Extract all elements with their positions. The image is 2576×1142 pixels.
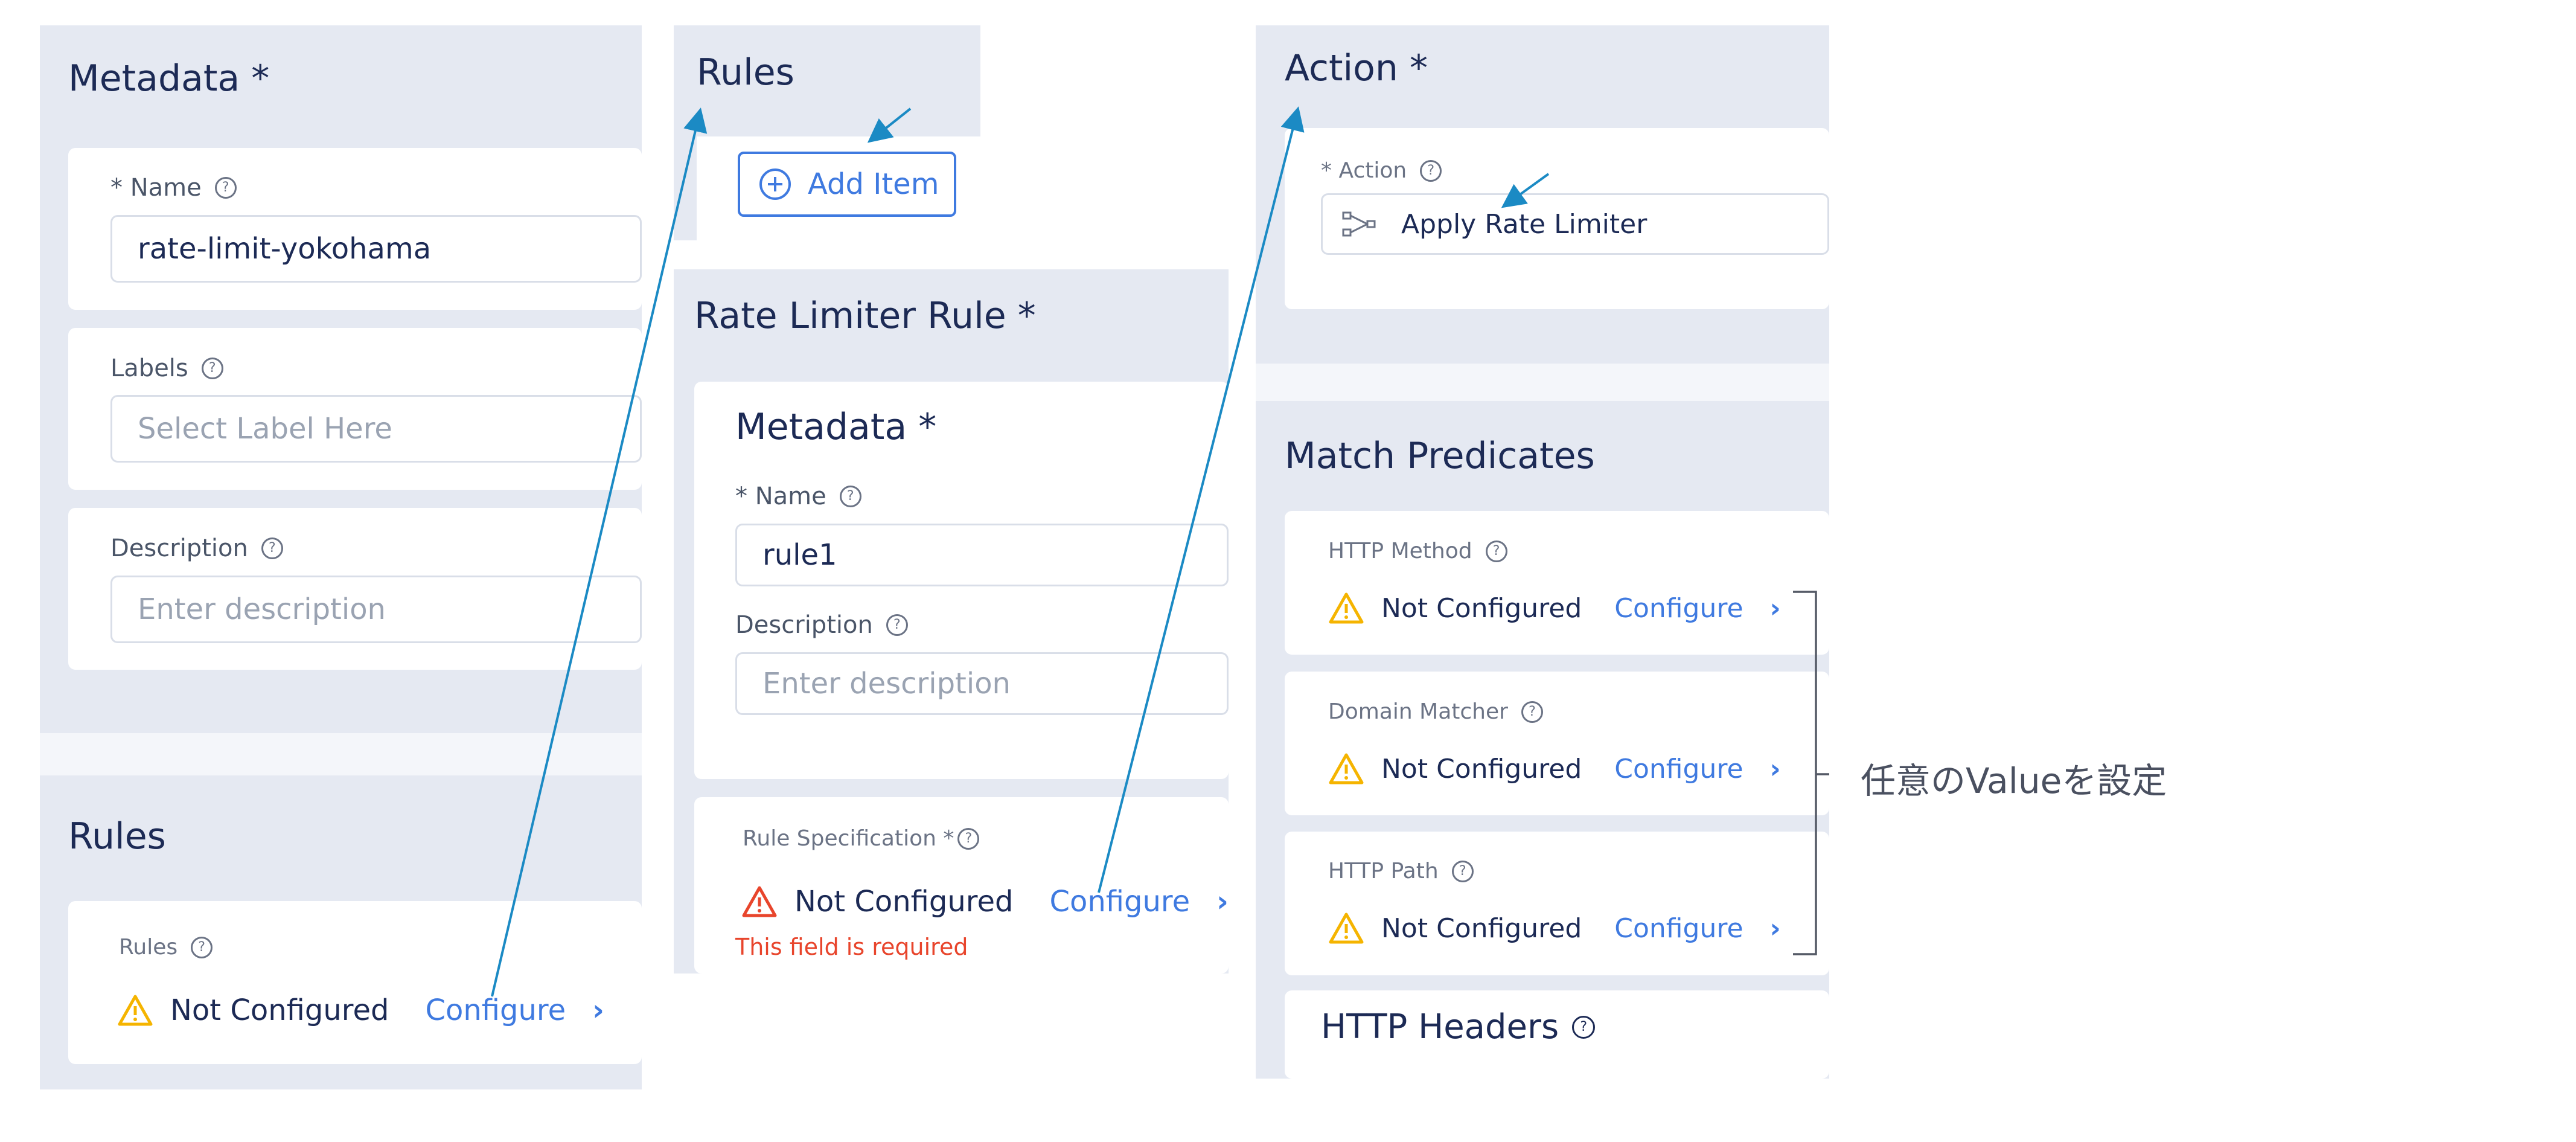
annotation-note: 任意のValueを設定 (1861, 760, 2167, 801)
bracket (1793, 591, 1829, 955)
annotation-overlay (491, 106, 1829, 997)
arrow-to-action-value (1501, 173, 1550, 208)
arrow-spec-to-action (1098, 106, 1305, 893)
arrow-rules-to-list (491, 107, 708, 997)
arrow-to-add-item (867, 107, 912, 143)
